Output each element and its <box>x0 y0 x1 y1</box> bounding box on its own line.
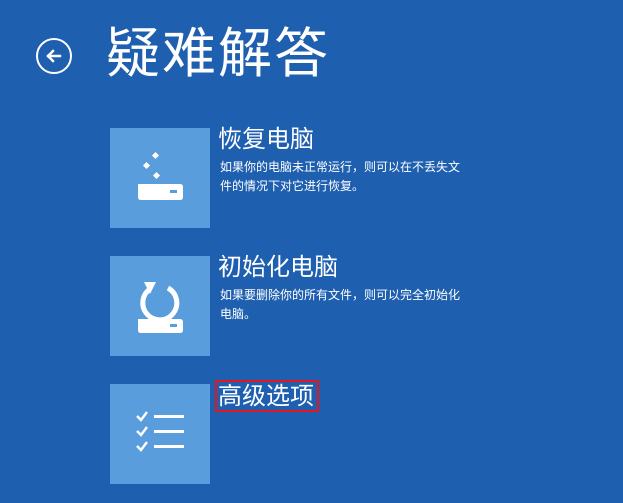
option-title: 高级选项 <box>215 380 319 412</box>
option-reset-pc[interactable]: 初始化电脑 如果要删除你的所有文件，则可以完全初始化电脑。 <box>110 253 570 356</box>
option-description: 如果你的电脑未正常运行，则可以在不丢失文件的情况下对它进行恢复。 <box>220 160 461 193</box>
option-advanced-options[interactable]: 高级选项 <box>110 380 570 484</box>
option-tile <box>110 128 210 228</box>
checklist-icon <box>136 411 184 452</box>
page-title: 疑难解答 <box>106 22 330 85</box>
option-tile <box>110 384 210 484</box>
option-tile <box>110 256 210 356</box>
back-arrow-icon <box>46 49 62 63</box>
recover-pc-icon <box>138 151 183 200</box>
option-title: 恢复电脑 <box>218 125 314 153</box>
reset-pc-icon <box>138 282 183 333</box>
back-button[interactable] <box>36 38 72 74</box>
option-title: 初始化电脑 <box>218 253 338 281</box>
option-recover-pc[interactable]: 恢复电脑 如果你的电脑未正常运行，则可以在不丢失文件的情况下对它进行恢复。 <box>110 125 570 228</box>
option-description: 如果要删除你的所有文件，则可以完全初始化电脑。 <box>220 288 461 321</box>
